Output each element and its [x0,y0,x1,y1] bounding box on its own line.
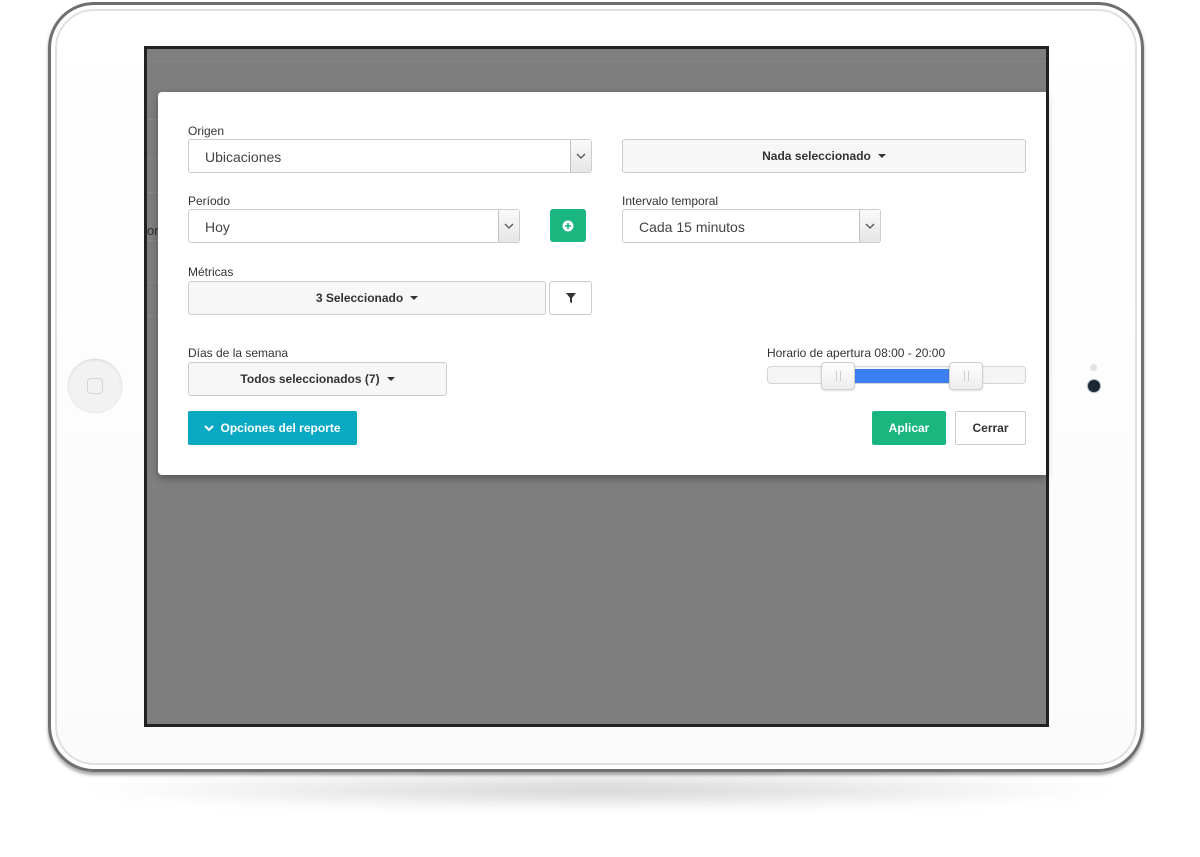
apply-button[interactable]: Aplicar [872,411,946,445]
metricas-dropdown[interactable]: 3 Seleccionado [188,281,546,315]
add-period-button[interactable] [550,209,586,242]
plus-circle-icon [562,220,574,231]
device-shadow [70,770,1130,810]
periodo-label: Período [188,194,231,208]
horario-range-slider[interactable] [767,362,1026,390]
home-button[interactable] [68,359,122,413]
background-divider [147,61,1046,62]
metricas-label: Métricas [188,265,234,279]
filter-icon [565,293,576,303]
intervalo-value: Cada 15 minutos [639,219,745,235]
camera-icon [1088,380,1100,392]
report-filter-modal: Origen Ubicaciones Nada seleccionado Per… [158,92,1046,475]
periodo-select[interactable]: Hoy [188,209,520,243]
origen-select[interactable]: Ubicaciones [188,139,592,173]
periodo-value: Hoy [205,219,230,235]
chevron-down-icon [204,424,215,431]
chevron-down-icon [498,210,519,242]
location-selection-label: Nada seleccionado [762,149,871,163]
apply-label: Aplicar [888,421,930,435]
horario-label: Horario de apertura 08:00 - 20:00 [767,346,946,360]
origen-label: Origen [188,124,225,138]
home-square-icon [87,378,103,394]
metricas-value: 3 Seleccionado [315,291,404,305]
dias-label: Días de la semana [188,346,289,360]
location-selection-dropdown[interactable]: Nada seleccionado [622,139,1026,173]
intervalo-select[interactable]: Cada 15 minutos [622,209,881,243]
report-options-button[interactable]: Opciones del reporte [188,411,357,445]
chevron-down-icon [570,140,591,172]
light-sensor [1090,364,1097,371]
caret-down-icon [877,154,886,158]
dias-value: Todos seleccionados (7) [240,372,380,386]
caret-down-icon [386,377,395,381]
horario-end-handle[interactable] [949,362,983,390]
chevron-down-icon [859,210,880,242]
horario-start-handle[interactable] [821,362,855,390]
intervalo-label: Intervalo temporal [622,194,719,208]
dias-dropdown[interactable]: Todos seleccionados (7) [188,362,447,396]
origen-value: Ubicaciones [205,149,282,165]
caret-down-icon [410,296,419,300]
metricas-filter-button[interactable] [549,281,592,315]
close-label: Cerrar [972,421,1009,435]
close-button[interactable]: Cerrar [955,411,1026,445]
report-options-label: Opciones del reporte [220,421,341,435]
